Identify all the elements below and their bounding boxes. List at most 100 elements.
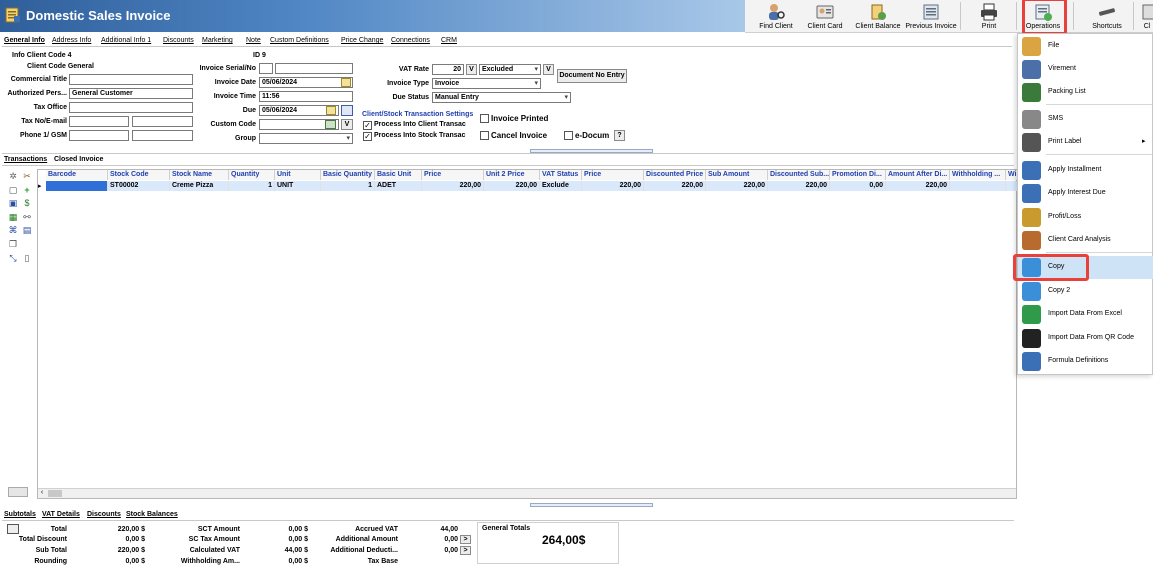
menu-item-apply-interest-due[interactable]: Apply Interest Due — [1018, 182, 1153, 205]
menu-item-copy-2[interactable]: Copy 2 — [1018, 280, 1153, 303]
tax-office-field[interactable] — [69, 102, 193, 113]
table-cell[interactable] — [46, 181, 108, 191]
menu-item-formula-definitions[interactable]: Formula Definitions — [1018, 350, 1153, 373]
horizontal-scrollbar[interactable]: ‹ — [38, 488, 1016, 498]
additional-deduction-more-button[interactable]: > — [460, 546, 471, 555]
tax-no-field[interactable] — [69, 116, 129, 127]
table-cell[interactable]: ADET — [375, 181, 422, 191]
cancel-invoice-checkbox[interactable] — [480, 131, 489, 140]
group-select[interactable] — [259, 133, 353, 144]
add-row-icon[interactable]: + — [22, 185, 32, 195]
calculator-icon[interactable] — [341, 105, 353, 116]
tools-icon[interactable]: ✂ — [22, 171, 32, 181]
column-header[interactable]: Promotion Di... — [830, 170, 886, 180]
table-cell[interactable]: Creme Pizza — [170, 181, 229, 191]
menu-item-sms[interactable]: SMS — [1018, 108, 1153, 131]
column-header[interactable]: Price — [422, 170, 484, 180]
vat-rate-v-button[interactable]: V — [466, 64, 477, 75]
new-document-icon[interactable]: ▢ — [8, 185, 18, 195]
table-cell[interactable]: Exclude — [540, 181, 582, 191]
process-client-checkbox[interactable]: ✓ — [363, 121, 372, 130]
tab-vat-details[interactable]: VAT Details — [42, 511, 80, 518]
table-cell[interactable] — [950, 181, 1006, 191]
column-header[interactable]: Discounted Price — [644, 170, 706, 180]
column-header[interactable]: Price — [582, 170, 644, 180]
transactions-grid[interactable]: Barcode Stock Code Stock Name Quantity Unit B… — [37, 169, 1026, 499]
column-header[interactable]: Withholding ... — [950, 170, 1006, 180]
column-header[interactable]: VAT Status — [540, 170, 582, 180]
column-header[interactable]: Stock Code — [108, 170, 170, 180]
invoice-time-field[interactable]: 11:56 — [259, 91, 353, 102]
column-header[interactable]: Amount After Di... — [886, 170, 950, 180]
table-cell[interactable]: 220,00 — [768, 181, 830, 191]
column-header[interactable]: Stock Name — [170, 170, 229, 180]
column-header[interactable]: Sub Amount — [706, 170, 768, 180]
table-cell[interactable]: 220,00 — [582, 181, 644, 191]
table-cell[interactable]: 1 — [321, 181, 375, 191]
invoice-serial-field[interactable] — [259, 63, 273, 74]
splitter-handle-bottom[interactable] — [530, 503, 653, 507]
menu-item-client-card-analysis[interactable]: Client Card Analysis — [1018, 229, 1153, 252]
menu-item-virement[interactable]: Virement — [1018, 58, 1153, 81]
grid-icon[interactable]: ▦ — [8, 212, 18, 222]
vat-mode-v-button[interactable]: V — [543, 64, 554, 75]
tab-crm[interactable]: CRM — [441, 37, 457, 44]
barcode-scan-icon[interactable] — [325, 120, 336, 129]
column-header[interactable]: Basic Unit — [375, 170, 422, 180]
tab-price-change[interactable]: Price Change — [341, 37, 383, 44]
binoculars-icon[interactable]: ⌘ — [8, 225, 18, 235]
window-icon[interactable]: ▤ — [22, 225, 32, 235]
table-cell[interactable]: 1 — [229, 181, 275, 191]
currency-icon[interactable]: $ — [22, 198, 32, 208]
table-cell[interactable]: UNIT — [275, 181, 321, 191]
tab-address-info[interactable]: Address Info — [52, 37, 91, 44]
menu-item-import-data-from-qr-code[interactable]: Import Data From QR Code — [1018, 327, 1153, 350]
scrollbar-thumb[interactable] — [48, 490, 62, 497]
column-header[interactable]: Barcode — [46, 170, 108, 180]
tab-discounts[interactable]: Discounts — [163, 37, 194, 44]
tab-general-info[interactable]: General Info — [4, 37, 45, 44]
invoice-printed-checkbox[interactable] — [480, 114, 489, 123]
print-button[interactable]: Print — [975, 0, 1003, 32]
authorized-person-field[interactable]: General Customer — [69, 88, 193, 99]
table-cell[interactable]: 0,00 — [830, 181, 886, 191]
save-row-icon[interactable]: ▣ — [8, 198, 18, 208]
tab-custom-definitions[interactable]: Custom Definitions — [270, 37, 329, 44]
column-header[interactable]: Discounted Sub... — [768, 170, 830, 180]
table-cell[interactable]: 220,00 — [484, 181, 540, 191]
menu-item-import-data-from-excel[interactable]: Import Data From Excel — [1018, 303, 1153, 326]
column-header[interactable]: Basic Quantity — [321, 170, 375, 180]
tab-connections[interactable]: Connections — [391, 37, 430, 44]
table-cell[interactable]: 220,00 — [644, 181, 706, 191]
calendar-icon[interactable] — [341, 78, 351, 87]
document-no-entry-button[interactable]: Document No Entry — [557, 69, 627, 83]
menu-item-profit-loss[interactable]: Profit/Loss — [1018, 206, 1153, 229]
document-icon[interactable]: ▯ — [22, 253, 32, 263]
scroll-left-icon[interactable]: ‹ — [38, 489, 46, 498]
tab-stock-balances[interactable]: Stock Balances — [126, 511, 178, 518]
client-card-button[interactable]: Client Card — [803, 0, 847, 32]
vat-mode-select[interactable]: Excluded — [479, 64, 541, 75]
shortcuts-button[interactable]: Shortcuts — [1085, 0, 1129, 32]
commercial-title-field[interactable] — [69, 74, 193, 85]
custom-code-v-button[interactable]: V — [341, 119, 353, 130]
column-header[interactable]: Unit — [275, 170, 321, 180]
column-header[interactable]: Quantity — [229, 170, 275, 180]
invoice-type-select[interactable]: Invoice — [432, 78, 541, 89]
invoice-no-field[interactable] — [275, 63, 353, 74]
tab-note[interactable]: Note — [246, 37, 261, 44]
table-cell[interactable]: 220,00 — [422, 181, 484, 191]
menu-item-file[interactable]: File — [1018, 35, 1153, 58]
tab-additional-info-1[interactable]: Additional Info 1 — [101, 37, 151, 44]
e-document-checkbox[interactable] — [564, 131, 573, 140]
tab-discounts-bottom[interactable]: Discounts — [87, 511, 121, 518]
column-header[interactable]: Unit 2 Price — [484, 170, 540, 180]
invoice-date-field[interactable]: 05/06/2024 — [259, 77, 353, 88]
gsm-field[interactable] — [132, 130, 193, 141]
previous-invoice-button[interactable]: Previous Invoice — [905, 0, 957, 32]
help-button[interactable]: ? — [614, 130, 625, 141]
due-status-select[interactable]: Manual Entry — [432, 92, 571, 103]
additional-amount-more-button[interactable]: > — [460, 535, 471, 544]
calendar-icon[interactable] — [326, 106, 336, 115]
filter-icon[interactable]: ⚯ — [22, 212, 32, 222]
